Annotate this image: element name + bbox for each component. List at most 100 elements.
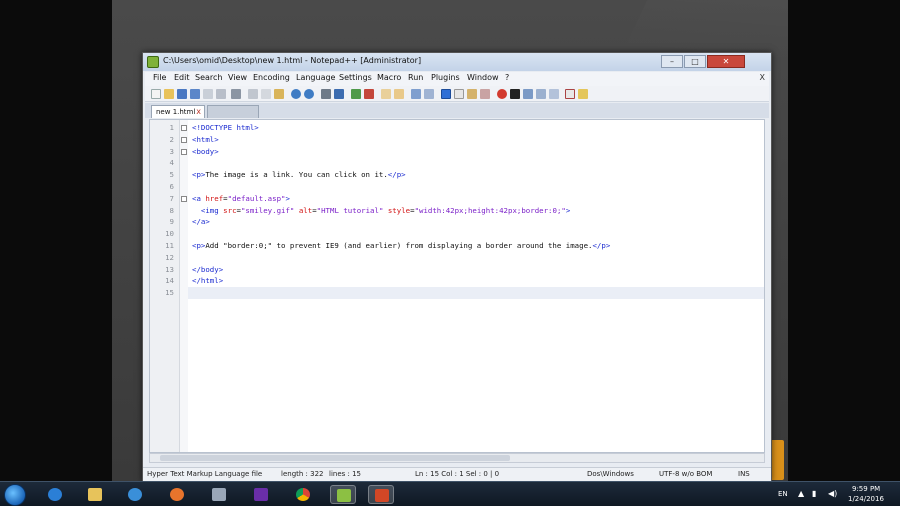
indent-guide-icon[interactable] (441, 89, 451, 99)
print-icon[interactable] (231, 89, 241, 99)
firefox-icon[interactable] (164, 485, 190, 504)
plugin-icon[interactable] (578, 89, 588, 99)
show-hidden-icons-icon[interactable]: ▲ (798, 489, 804, 498)
minimize-button[interactable]: – (661, 55, 683, 68)
code-line[interactable]: 1 <!DOCTYPE html> (150, 122, 762, 134)
undo-icon[interactable] (291, 89, 301, 99)
title-bar[interactable]: C:\Users\omid\Desktop\new 1.html - Notep… (143, 53, 771, 71)
sync-vertical-icon[interactable] (381, 89, 391, 99)
close-button[interactable]: ✕ (707, 55, 745, 68)
clock-time[interactable]: 9:59 PM (852, 485, 880, 493)
network-icon[interactable]: ▮ (812, 489, 816, 498)
menu-macro[interactable]: Macro (377, 73, 401, 82)
tab-background[interactable] (207, 105, 259, 118)
menu-bar: File Edit Search View Encoding Language … (145, 72, 769, 86)
copy-icon[interactable] (261, 89, 271, 99)
code-line[interactable]: 8 <img src="smiley.gif" alt="HTML tutori… (150, 205, 762, 217)
code-editor[interactable]: 1 <!DOCTYPE html> 2 <html> 3 <body> 4 5 <p>The i… (149, 119, 765, 453)
code-line[interactable]: 4 (150, 157, 762, 169)
chrome-icon[interactable] (290, 485, 316, 504)
menu-help[interactable]: ? (505, 73, 509, 82)
code-line[interactable]: 12 (150, 252, 762, 264)
language-udl-icon[interactable] (454, 89, 464, 99)
code-line[interactable]: 10 (150, 228, 762, 240)
menu-plugins[interactable]: Plugins (431, 73, 460, 82)
powerpoint-icon[interactable] (368, 485, 394, 504)
line-number: 14 (165, 276, 174, 286)
document-map-icon[interactable] (467, 89, 477, 99)
visual-studio-icon[interactable] (248, 485, 274, 504)
find-icon[interactable] (321, 89, 331, 99)
menu-view[interactable]: View (228, 73, 247, 82)
code-line[interactable]: 13 </body> (150, 264, 762, 276)
maximize-button[interactable]: □ (684, 55, 706, 68)
zoom-in-icon[interactable] (351, 89, 361, 99)
word-wrap-icon[interactable] (411, 89, 421, 99)
code-line[interactable]: 2 <html> (150, 134, 762, 146)
fold-toggle-icon[interactable] (181, 148, 187, 155)
redo-icon[interactable] (304, 89, 314, 99)
function-list-icon[interactable] (480, 89, 490, 99)
menu-close-document-icon[interactable]: X (760, 73, 765, 82)
save-macro-icon[interactable] (549, 89, 559, 99)
menu-settings[interactable]: Settings (339, 73, 372, 82)
status-encoding: UTF-8 w/o BOM (659, 470, 713, 478)
code-line[interactable]: 9 </a> (150, 216, 762, 228)
code-text: <a href="default.asp"> (192, 193, 290, 203)
play-macro-icon[interactable] (523, 89, 533, 99)
menu-file[interactable]: File (153, 73, 166, 82)
show-all-chars-icon[interactable] (424, 89, 434, 99)
file-explorer-icon[interactable] (82, 485, 108, 504)
sync-horizontal-icon[interactable] (394, 89, 404, 99)
menu-run[interactable]: Run (408, 73, 423, 82)
code-text: <body> (192, 146, 219, 156)
internet-explorer-icon[interactable] (42, 485, 68, 504)
close-file-icon[interactable] (203, 89, 213, 99)
code-text: <img src="smiley.gif" alt="HTML tutorial… (200, 205, 571, 215)
code-line[interactable]: 14 </html> (150, 275, 762, 287)
code-text: <html> (192, 134, 219, 144)
line-number: 6 (169, 182, 174, 191)
menu-language[interactable]: Language (296, 73, 335, 82)
close-all-icon[interactable] (216, 89, 226, 99)
cut-icon[interactable] (248, 89, 258, 99)
open-file-icon[interactable] (164, 89, 174, 99)
code-line[interactable]: 6 (150, 181, 762, 193)
fold-toggle-icon[interactable] (181, 136, 187, 143)
horizontal-scrollbar[interactable] (149, 453, 765, 463)
stop-macro-icon[interactable] (510, 89, 520, 99)
code-line[interactable]: 3 <body> (150, 146, 762, 158)
record-macro-icon[interactable] (497, 89, 507, 99)
code-line[interactable]: 7 <a href="default.asp"> (150, 193, 762, 205)
save-all-icon[interactable] (190, 89, 200, 99)
line-number: 3 (169, 146, 174, 156)
start-button[interactable] (4, 484, 26, 506)
zoom-out-icon[interactable] (364, 89, 374, 99)
volume-icon[interactable]: ◀) (828, 489, 837, 498)
menu-encoding[interactable]: Encoding (253, 73, 290, 82)
fold-toggle-icon[interactable] (181, 195, 187, 202)
language-indicator[interactable]: EN (778, 490, 788, 498)
code-text: </a> (192, 217, 210, 227)
tab-close-icon[interactable]: x (196, 106, 201, 118)
line-number: 4 (169, 158, 174, 168)
media-player-icon[interactable] (122, 485, 148, 504)
menu-edit[interactable]: Edit (174, 73, 190, 82)
menu-search[interactable]: Search (195, 73, 222, 82)
save-icon[interactable] (177, 89, 187, 99)
paste-icon[interactable] (274, 89, 284, 99)
tab-new-1-html[interactable]: new 1.html x (151, 105, 205, 118)
menu-window[interactable]: Window (467, 73, 499, 82)
replace-icon[interactable] (334, 89, 344, 99)
control-panel-icon[interactable] (206, 485, 232, 504)
scrollbar-thumb[interactable] (160, 455, 510, 461)
clock-date[interactable]: 1/24/2016 (848, 495, 884, 503)
code-line[interactable]: 5 <p>The image is a link. You can click o… (150, 169, 762, 181)
code-line[interactable]: 11 <p>Add "border:0;" to prevent IE9 (and… (150, 240, 762, 252)
fold-toggle-icon[interactable] (181, 125, 187, 131)
run-macro-multiple-icon[interactable] (536, 89, 546, 99)
code-line[interactable]: 15 (150, 287, 762, 299)
new-file-icon[interactable] (151, 89, 161, 99)
spell-check-icon[interactable] (565, 89, 575, 99)
notepad-plus-plus-taskbar-icon[interactable] (330, 485, 356, 504)
